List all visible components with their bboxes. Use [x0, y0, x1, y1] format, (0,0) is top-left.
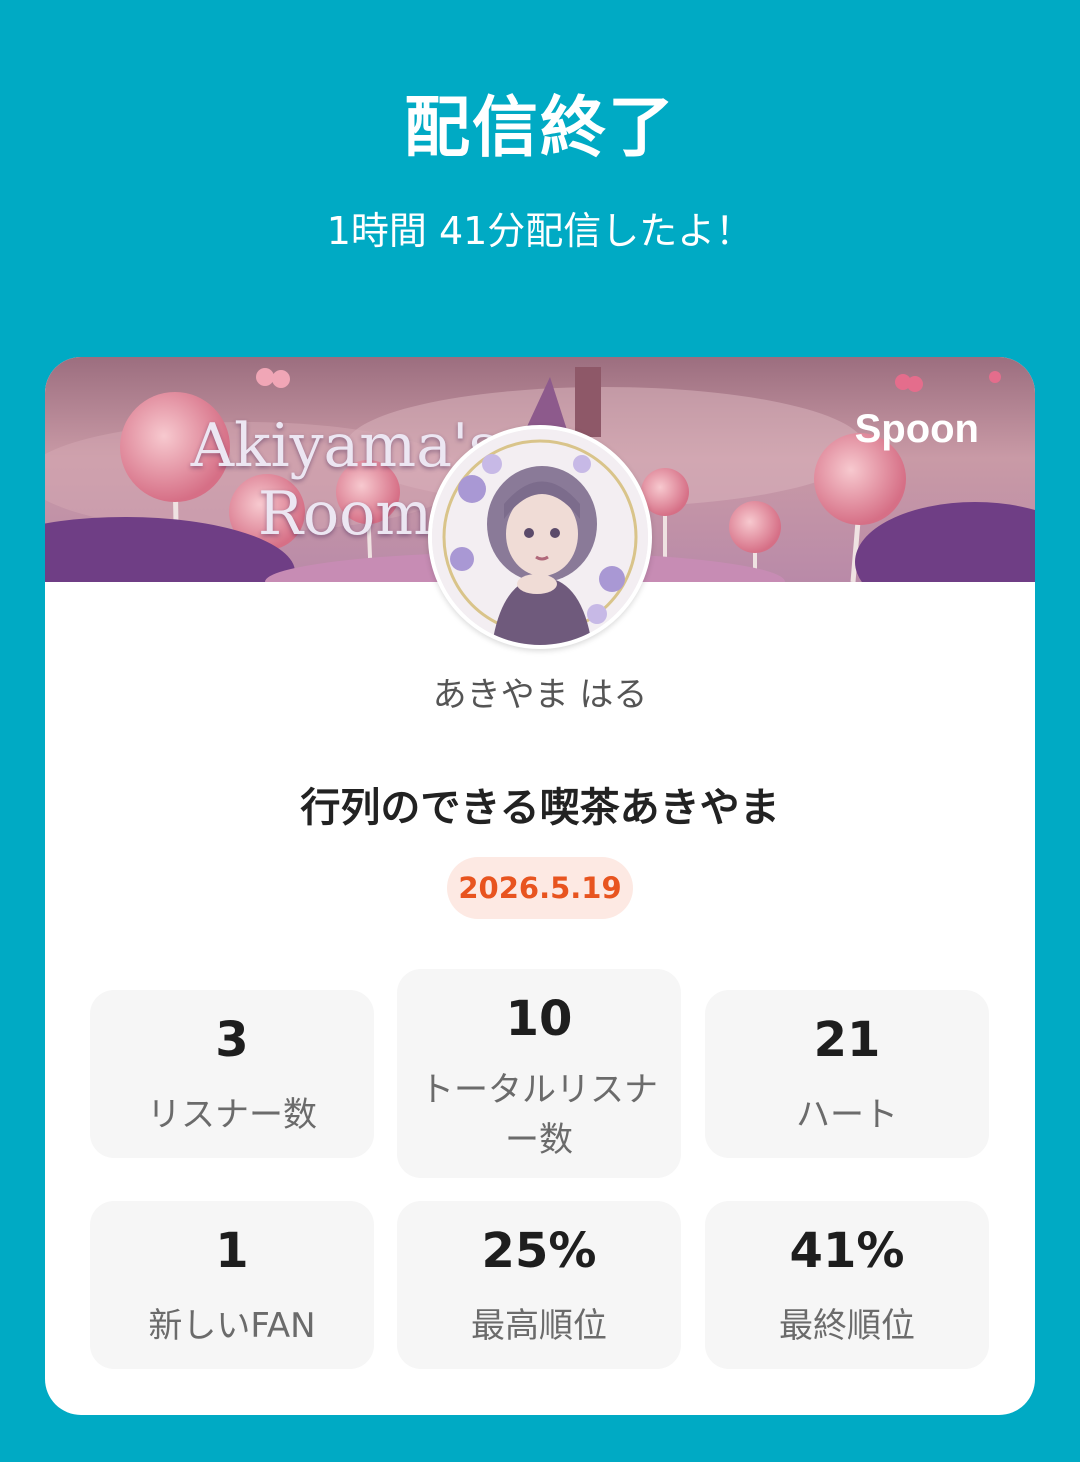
- stat-label: 最高順位: [471, 1306, 607, 1346]
- stat-value: 1: [215, 1223, 249, 1279]
- stat-value: 41%: [789, 1223, 905, 1279]
- stat-value: 3: [215, 1012, 249, 1068]
- stat-value: 10: [505, 991, 573, 1047]
- stat-value: 21: [813, 1012, 881, 1068]
- stat-label-line2: ー数: [505, 1120, 573, 1160]
- stat-label: 新しいFAN: [148, 1306, 316, 1346]
- page-title: 配信終了: [404, 89, 676, 166]
- summary-card: Akiyama's Room Spoon あきやま はる 行列のできる喫茶あきや…: [45, 357, 1035, 1415]
- stat-value: 25%: [481, 1223, 597, 1279]
- date-badge: 2026.5.19: [447, 857, 633, 919]
- broadcast-title: 行列のできる喫茶あきやま: [300, 785, 780, 831]
- stat-label: ハート: [796, 1095, 898, 1135]
- stat-hearts: 21 ハート: [705, 990, 989, 1158]
- stat-new-fans: 1 新しいFAN: [90, 1201, 374, 1369]
- stat-final-rank: 41% 最終順位: [705, 1201, 989, 1369]
- avatar: [428, 425, 652, 649]
- username: あきやま はる: [432, 675, 648, 715]
- spoon-logo: Spoon: [854, 407, 979, 451]
- stat-total-listeners: 10 トータルリスナ ー数: [397, 969, 681, 1178]
- broadcast-duration: 1時間 41分配信したよ！: [326, 209, 754, 253]
- stat-highest-rank: 25% 最高順位: [397, 1201, 681, 1369]
- stat-label: 最終順位: [779, 1306, 915, 1346]
- stat-label: リスナー数: [147, 1095, 317, 1135]
- stat-label: トータルリスナ: [420, 1070, 658, 1110]
- stat-listeners: 3 リスナー数: [90, 990, 374, 1158]
